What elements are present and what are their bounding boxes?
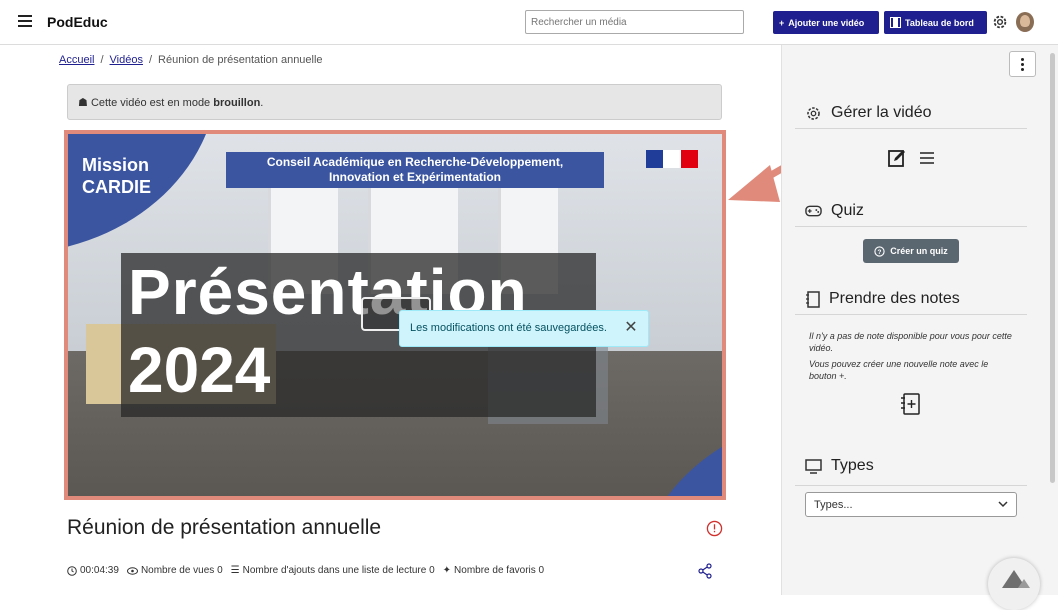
manage-video-title: Gérer la vidéo — [831, 104, 932, 121]
playlist-value: Nombre d'ajouts dans une liste de lectur… — [242, 565, 435, 576]
edit-icon[interactable] — [887, 148, 907, 168]
favorites-value: Nombre de favoris 0 — [454, 565, 545, 576]
quiz-heading: Quiz — [805, 202, 864, 220]
add-video-button[interactable]: + Ajouter une vidéo — [773, 11, 879, 34]
list-icon[interactable] — [919, 148, 935, 168]
more-options-button[interactable] — [1009, 51, 1036, 77]
save-toast: Les modifications ont été sauvegardées. … — [399, 310, 649, 347]
question-icon: ? — [874, 245, 885, 257]
notes-heading: Prendre des notes — [805, 290, 960, 308]
video-banner-line1: Conseil Académique en Recherche-Développ… — [266, 155, 564, 169]
manage-video-heading: Gérer la vidéo — [805, 104, 932, 122]
mountain-icon — [1002, 570, 1030, 588]
notebook-icon — [806, 290, 820, 308]
draft-icon: ☗ — [78, 97, 88, 109]
manage-video-actions — [887, 148, 935, 168]
warning-icon[interactable] — [706, 520, 723, 537]
video-title: Réunion de présentation annuelle — [67, 516, 382, 539]
video-logo-text: Mission CARDIE — [82, 154, 151, 198]
list-icon: ☰ — [230, 565, 240, 576]
divider — [795, 226, 1027, 227]
draft-status: brouillon — [213, 97, 261, 109]
menu-icon[interactable] — [18, 15, 32, 27]
eye-icon — [126, 566, 138, 575]
video-banner-line2: Innovation et Expérimentation — [328, 170, 502, 184]
republique-flag-icon — [646, 150, 698, 168]
brand-name[interactable]: PodEduc — [47, 14, 108, 30]
dashboard-button[interactable]: Tableau de bord — [884, 11, 987, 34]
chevron-down-icon — [998, 501, 1008, 508]
divider — [795, 485, 1027, 486]
video-banner: Conseil Académique en Recherche-Développ… — [226, 152, 604, 188]
breadcrumb-separator: / — [148, 54, 153, 66]
divider — [795, 128, 1027, 129]
favorites: ✦ Nombre de favoris 0 — [443, 565, 544, 576]
add-video-label: Ajouter une vidéo — [788, 17, 865, 28]
close-icon[interactable]: ✕ — [622, 319, 640, 337]
dashboard-label: Tableau de bord — [905, 17, 974, 28]
star-icon: ✦ — [442, 565, 452, 576]
video-logo-line2: CARDIE — [82, 177, 152, 197]
types-heading: Types — [805, 457, 874, 475]
video-logo-line1: Mission — [82, 155, 150, 175]
page-scrollbar[interactable] — [1048, 45, 1058, 595]
quiz-title: Quiz — [831, 202, 864, 219]
notes-empty-message: Il n'y a pas de note disponible pour vou… — [809, 330, 1014, 382]
types-select-value: Types... — [814, 499, 853, 511]
types-select[interactable]: Types... — [805, 492, 1017, 517]
gear-icon[interactable] — [991, 13, 1009, 31]
create-quiz-button[interactable]: ? Créer un quiz — [863, 239, 959, 263]
draft-suffix: . — [260, 97, 264, 109]
notes-empty-line1: Il n'y a pas de note disponible pour vou… — [809, 331, 1012, 353]
video-meta: 00:04:39 Nombre de vues 0 ☰ Nombre d'ajo… — [67, 565, 544, 576]
notes-title: Prendre des notes — [829, 290, 960, 307]
svg-text:?: ? — [878, 248, 882, 255]
top-navbar: PodEduc + Ajouter une vidéo Tableau de b… — [0, 0, 1058, 45]
playlist-additions: ☰ Nombre d'ajouts dans une liste de lect… — [231, 565, 435, 576]
duration-value: 00:04:39 — [80, 565, 119, 576]
views: Nombre de vues 0 — [126, 565, 223, 576]
breadcrumb: Accueil / Vidéos / Réunion de présentati… — [59, 54, 323, 66]
draft-text: Cette vidéo est en mode — [90, 97, 211, 109]
draft-notice: ☗ Cette vidéo est en mode brouillon. — [67, 84, 722, 120]
duration: 00:04:39 — [67, 565, 119, 576]
gear-icon — [807, 106, 820, 120]
search-input[interactable] — [525, 10, 744, 34]
film-icon — [890, 17, 901, 28]
avatar[interactable] — [1016, 12, 1034, 32]
floating-action-button[interactable] — [988, 558, 1040, 610]
types-title: Types — [831, 457, 874, 474]
plus-icon: + — [779, 17, 785, 28]
gamepad-icon — [805, 205, 822, 217]
notes-empty-line2: Vous pouvez créer une nouvelle note avec… — [809, 359, 989, 381]
add-note-icon[interactable] — [900, 393, 920, 415]
create-quiz-label: Créer un quiz — [890, 246, 948, 256]
breadcrumb-current: Réunion de présentation annuelle — [158, 54, 323, 66]
clock-icon — [67, 565, 77, 576]
breadcrumb-home[interactable]: Accueil — [59, 54, 94, 66]
video-title-line2: 2024 — [128, 334, 271, 406]
toast-message: Les modifications ont été sauvegardées. — [410, 322, 607, 334]
monitor-icon — [805, 458, 822, 474]
share-icon[interactable] — [697, 563, 713, 579]
divider — [795, 314, 1027, 315]
breadcrumb-separator: / — [100, 54, 104, 66]
views-value: Nombre de vues 0 — [140, 565, 223, 576]
breadcrumb-videos[interactable]: Vidéos — [110, 54, 143, 66]
